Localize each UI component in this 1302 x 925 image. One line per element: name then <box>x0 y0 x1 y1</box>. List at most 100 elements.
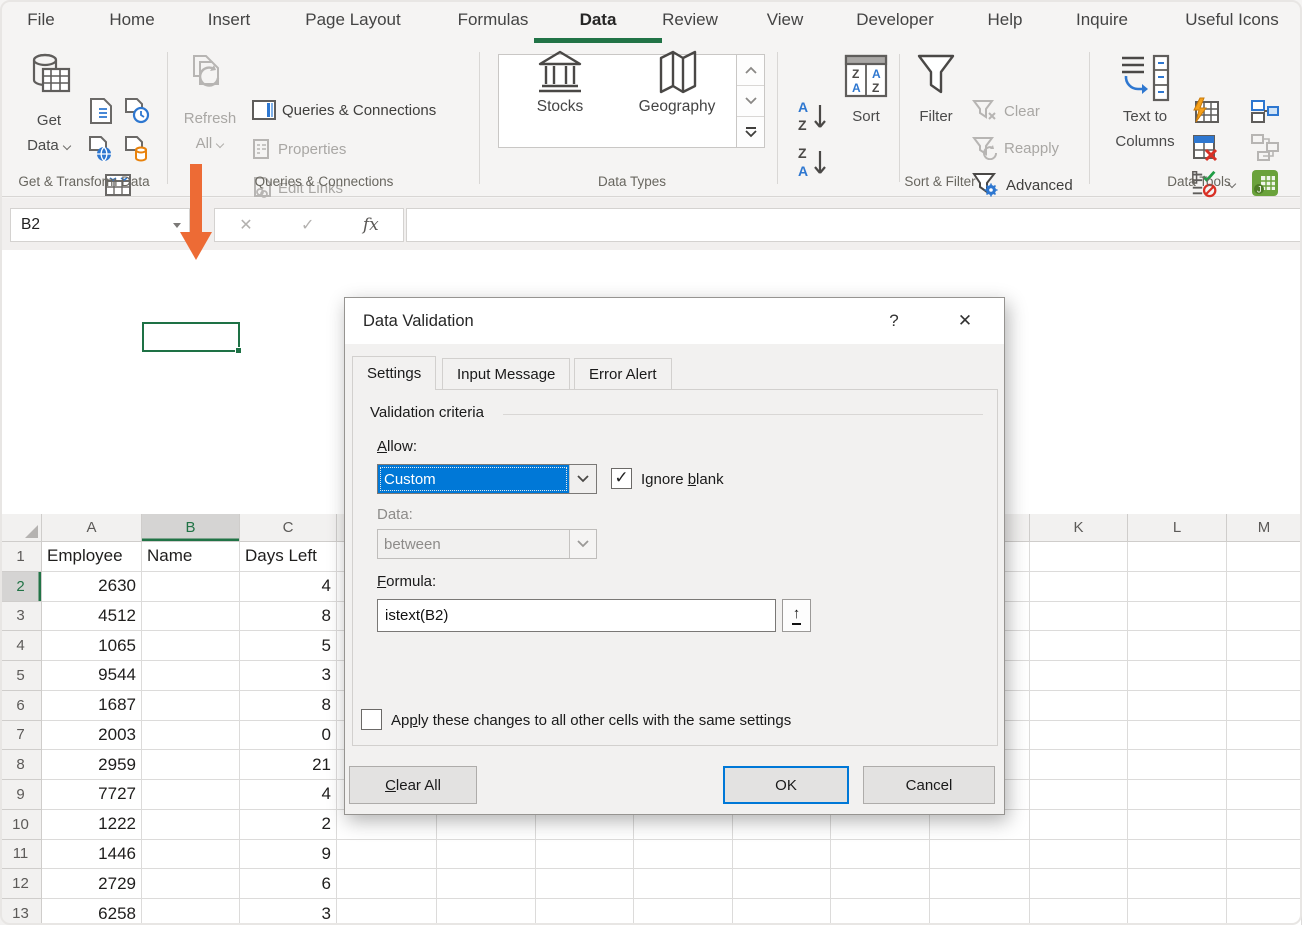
row-header-1[interactable]: 1 <box>0 542 42 572</box>
column-header-K[interactable]: K <box>1030 514 1128 542</box>
cell-H11[interactable] <box>733 840 831 870</box>
cell-A4[interactable]: 1065 <box>42 631 142 661</box>
gallery-scroll-up-button[interactable] <box>737 55 764 86</box>
tab-input-message[interactable]: Input Message <box>442 358 570 390</box>
clear-all-button[interactable]: Clear All <box>349 766 477 804</box>
cell-F11[interactable] <box>536 840 634 870</box>
column-header-C[interactable]: C <box>240 514 337 542</box>
cell-B5[interactable] <box>142 661 240 691</box>
cell-K1[interactable] <box>1030 542 1128 572</box>
gallery-scroll-down-button[interactable] <box>737 86 764 117</box>
cell-E13[interactable] <box>437 899 536 925</box>
cell-M13[interactable] <box>1227 899 1302 925</box>
row-header-6[interactable]: 6 <box>0 691 42 721</box>
sort-a-to-z-button[interactable]: AZ <box>792 96 834 138</box>
cell-K5[interactable] <box>1030 661 1128 691</box>
cell-K9[interactable] <box>1030 780 1128 810</box>
cell-L5[interactable] <box>1128 661 1227 691</box>
cell-L7[interactable] <box>1128 721 1227 751</box>
row-header-10[interactable]: 10 <box>0 810 42 840</box>
cell-F13[interactable] <box>536 899 634 925</box>
cell-M3[interactable] <box>1227 602 1302 632</box>
ribbon-tab-inquire[interactable]: Inquire <box>1042 10 1162 40</box>
cell-A9[interactable]: 7727 <box>42 780 142 810</box>
cell-D12[interactable] <box>337 869 437 899</box>
queries-connections-button[interactable]: Queries & Connections <box>252 100 436 120</box>
cell-M7[interactable] <box>1227 721 1302 751</box>
cell-A12[interactable]: 2729 <box>42 869 142 899</box>
geography-data-type[interactable]: Geography <box>622 50 732 132</box>
cell-K6[interactable] <box>1030 691 1128 721</box>
cell-B9[interactable] <box>142 780 240 810</box>
cell-A6[interactable]: 1687 <box>42 691 142 721</box>
tab-error-alert[interactable]: Error Alert <box>574 358 672 390</box>
get-data-button[interactable]: Get Data <box>16 52 82 158</box>
consolidate-button[interactable] <box>1250 96 1280 126</box>
filter-button[interactable]: Filter <box>908 52 964 129</box>
cell-H13[interactable] <box>733 899 831 925</box>
row-header-4[interactable]: 4 <box>0 631 42 661</box>
cell-C4[interactable]: 5 <box>240 631 337 661</box>
cell-B2[interactable] <box>142 572 240 602</box>
cell-A2[interactable]: 2630 <box>42 572 142 602</box>
cell-F12[interactable] <box>536 869 634 899</box>
name-box[interactable]: B2 <box>10 208 190 242</box>
cell-M1[interactable] <box>1227 542 1302 572</box>
cell-M4[interactable] <box>1227 631 1302 661</box>
recent-sources-button[interactable] <box>122 96 152 126</box>
cell-L6[interactable] <box>1128 691 1227 721</box>
cell-L2[interactable] <box>1128 572 1227 602</box>
cell-I12[interactable] <box>831 869 930 899</box>
cell-K7[interactable] <box>1030 721 1128 751</box>
cell-K4[interactable] <box>1030 631 1128 661</box>
cell-J12[interactable] <box>930 869 1030 899</box>
ribbon-tab-page-layout[interactable]: Page Layout <box>293 10 413 40</box>
confirm-entry-icon[interactable]: ✓ <box>301 215 314 235</box>
cell-C10[interactable]: 2 <box>240 810 337 840</box>
cell-L11[interactable] <box>1128 840 1227 870</box>
ribbon-tab-view[interactable]: View <box>725 10 845 40</box>
cell-M2[interactable] <box>1227 572 1302 602</box>
cell-L9[interactable] <box>1128 780 1227 810</box>
cell-A8[interactable]: 2959 <box>42 750 142 780</box>
cell-L1[interactable] <box>1128 542 1227 572</box>
cell-G12[interactable] <box>634 869 733 899</box>
cell-B10[interactable] <box>142 810 240 840</box>
cell-I11[interactable] <box>831 840 930 870</box>
cell-M12[interactable] <box>1227 869 1302 899</box>
cell-A11[interactable]: 1446 <box>42 840 142 870</box>
row-header-7[interactable]: 7 <box>0 721 42 751</box>
stocks-data-type[interactable]: Stocks <box>505 50 615 132</box>
cell-K2[interactable] <box>1030 572 1128 602</box>
cell-D11[interactable] <box>337 840 437 870</box>
cell-A5[interactable]: 9544 <box>42 661 142 691</box>
properties-button[interactable]: Properties <box>252 139 346 159</box>
cell-K10[interactable] <box>1030 810 1128 840</box>
from-web-button[interactable] <box>86 134 116 164</box>
column-header-L[interactable]: L <box>1128 514 1227 542</box>
cell-M9[interactable] <box>1227 780 1302 810</box>
cell-K12[interactable] <box>1030 869 1128 899</box>
cell-B4[interactable] <box>142 631 240 661</box>
cell-C2[interactable]: 4 <box>240 572 337 602</box>
clear-filter-button[interactable]: Clear <box>972 99 1040 123</box>
cell-B12[interactable] <box>142 869 240 899</box>
gallery-more-button[interactable] <box>737 117 764 147</box>
cell-C8[interactable]: 21 <box>240 750 337 780</box>
row-header-12[interactable]: 12 <box>0 869 42 899</box>
manage-data-model-button[interactable]: J <box>1250 168 1280 198</box>
formula-input[interactable] <box>406 208 1302 242</box>
cell-J11[interactable] <box>930 840 1030 870</box>
cell-G11[interactable] <box>634 840 733 870</box>
cell-A3[interactable]: 4512 <box>42 602 142 632</box>
cell-K13[interactable] <box>1030 899 1128 925</box>
cell-L12[interactable] <box>1128 869 1227 899</box>
row-header-13[interactable]: 13 <box>0 899 42 925</box>
cell-M5[interactable] <box>1227 661 1302 691</box>
tab-settings[interactable]: Settings <box>352 356 436 390</box>
remove-duplicates-button[interactable] <box>1190 132 1220 162</box>
cell-I13[interactable] <box>831 899 930 925</box>
flash-fill-button[interactable] <box>1190 96 1220 126</box>
cell-J13[interactable] <box>930 899 1030 925</box>
sort-z-to-a-button[interactable]: ZA <box>792 142 834 184</box>
